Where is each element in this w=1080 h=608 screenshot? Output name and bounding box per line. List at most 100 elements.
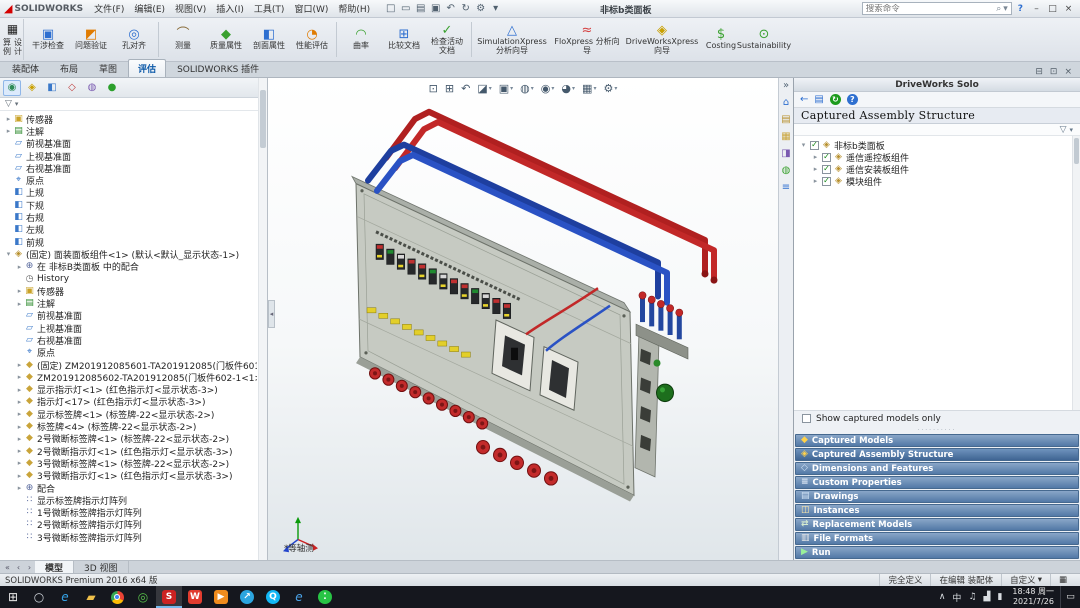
ribbon-tab-solidworks-[interactable]: SOLIDWORKS 插件 [167, 59, 269, 77]
tree-item[interactable]: ▱前视基准面 [2, 138, 257, 150]
section-view-button[interactable]: ◪▾ [475, 81, 493, 96]
search-button[interactable]: ○ [26, 586, 52, 608]
captured-structure-filter[interactable]: ▽ ▾ [794, 124, 1080, 136]
status--[interactable]: 自定义 ▾ [1001, 574, 1050, 586]
search-dropdown-icon[interactable]: ▾ [1003, 4, 1008, 14]
ribbon-button-floxpress-[interactable]: ≈FloXpress 分析向导 [550, 19, 624, 60]
expander-icon[interactable]: ▸ [4, 115, 13, 123]
options-icon[interactable]: ⚙ [473, 4, 488, 14]
design-library-icon[interactable]: ▤ [781, 115, 790, 125]
expander-icon[interactable]: ▸ [15, 398, 24, 406]
captured-tree-item[interactable]: ▸✓◈模块组件 [797, 175, 1070, 187]
expander-icon[interactable]: ▸ [4, 127, 13, 135]
tree-item[interactable]: ⌖原点 [2, 347, 257, 359]
previous-view-button[interactable]: ↶ [459, 81, 472, 96]
ribbon-button--[interactable]: ◩问题验证 [70, 19, 112, 60]
section-captured-models[interactable]: ◆Captured Models [795, 434, 1079, 447]
telegram-icon[interactable]: ↗ [234, 586, 260, 608]
print-icon[interactable]: ▣ [428, 4, 443, 14]
menu-帮[interactable]: 帮助(H) [333, 1, 375, 16]
tree-item[interactable]: ▸▤注解 [2, 125, 257, 137]
tree-item[interactable]: ▸⊕配合 [2, 482, 257, 494]
ribbon-button--[interactable]: ◆质量属性 [205, 19, 247, 60]
include-checkbox[interactable]: ✓ [822, 177, 831, 186]
dropdown-arrow-icon[interactable]: ▾ [510, 85, 513, 92]
section-drawings[interactable]: ▤Drawings [795, 490, 1079, 503]
panel-splitter-handle[interactable]: ◂ [268, 300, 275, 328]
browser-360-icon[interactable]: ◎ [130, 586, 156, 608]
scrollbar-thumb[interactable] [260, 90, 266, 148]
search-input[interactable] [866, 4, 994, 14]
dropdown-arrow-icon[interactable]: ▾ [614, 85, 617, 92]
tree-item[interactable]: ▸◆标签牌<4> (标签牌-22<显示状态-2>) [2, 420, 257, 432]
menu-插[interactable]: 插入(I) [211, 1, 249, 16]
expander-icon[interactable]: ▸ [15, 459, 24, 467]
configurationmanager-tab-icon[interactable]: ◧ [43, 80, 61, 96]
battery-icon[interactable]: ▮ [997, 592, 1002, 602]
chrome-icon[interactable] [104, 586, 130, 608]
ribbon-button--[interactable]: ▣干涉检查 [27, 19, 69, 60]
dropdown-arrow-icon[interactable]: ▾ [551, 85, 554, 92]
ribbon-button--[interactable]: ◧剖面属性 [248, 19, 290, 60]
expander-icon[interactable]: ▸ [811, 177, 820, 185]
tree-item[interactable]: ∷1号微断标签牌指示灯阵列 [2, 507, 257, 519]
tree-item[interactable]: ▸◆显示指示灯<1> (红色指示灯<显示状态-3>) [2, 384, 257, 396]
collapse-taskpane-icon[interactable]: » [783, 81, 789, 91]
expander-icon[interactable]: ▸ [811, 165, 820, 173]
ribbon-button-costing[interactable]: $Costing [700, 19, 742, 60]
filter-dropdown-icon[interactable]: ▾ [1069, 126, 1073, 134]
sections-splitter[interactable]: ·········· [794, 426, 1080, 434]
edit-appearance-button[interactable]: ◕▾ [559, 81, 577, 96]
expander-icon[interactable]: ▸ [15, 287, 24, 295]
expander-icon[interactable]: ▸ [15, 423, 24, 431]
dropdown-arrow-icon[interactable]: ▾ [593, 85, 596, 92]
tree-item[interactable]: ▱上视基准面 [2, 322, 257, 334]
ribbon-button--[interactable]: ⌒测量 [162, 19, 204, 60]
section-captured-assembly-structure[interactable]: ◈Captured Assembly Structure [795, 448, 1079, 461]
tree-item[interactable]: ⌖原点 [2, 174, 257, 186]
expander-icon[interactable]: ▸ [15, 386, 24, 394]
tree-item[interactable]: ◧上规 [2, 187, 257, 199]
captured-tree-item[interactable]: ▸✓◈遥信遥控板组件 [797, 151, 1070, 163]
menu-窗[interactable]: 窗口(W) [289, 1, 333, 16]
dropdown-arrow-icon[interactable]: ▾ [531, 85, 534, 92]
maximize-doc-icon[interactable]: ⊡ [1050, 67, 1058, 77]
minimize-button[interactable]: – [1029, 4, 1044, 14]
solidworks-resources-icon[interactable]: ⌂ [783, 98, 789, 108]
tree-item[interactable]: ▸◆3号微断指示灯<1> (红色指示灯<显示状态-3>) [2, 470, 257, 482]
include-checkbox[interactable]: ✓ [810, 141, 819, 150]
section-instances[interactable]: ◫Instances [795, 504, 1079, 517]
filter-funnel-icon[interactable]: ▽ [5, 99, 12, 109]
undo-icon[interactable]: ↶ [443, 4, 458, 14]
view-palette-icon[interactable]: ◨ [781, 149, 790, 159]
tree-item[interactable]: ∷显示标签牌指示灯阵列 [2, 494, 257, 506]
expander-icon[interactable]: ▸ [15, 361, 24, 369]
restore-doc-icon[interactable]: ⊟ [1035, 67, 1043, 77]
tree-item[interactable]: ▱上视基准面 [2, 150, 257, 162]
menu-编[interactable]: 编辑(E) [129, 1, 170, 16]
expander-icon[interactable]: ▸ [15, 447, 24, 455]
tree-item[interactable]: ▸▣传感器 [2, 113, 257, 125]
menu-视[interactable]: 视图(V) [170, 1, 211, 16]
scene-button[interactable]: ▦▾ [580, 81, 598, 96]
solidworks-icon[interactable]: S [156, 586, 182, 608]
section-dimensions-and-features[interactable]: ◇Dimensions and Features [795, 462, 1079, 475]
expander-icon[interactable]: ▸ [15, 472, 24, 480]
refresh-icon[interactable]: ↻ [830, 94, 841, 105]
tree-item[interactable]: ▸◆3号微断标签牌<1> (标签牌-22<显示状态-2>) [2, 457, 257, 469]
show-captured-only-checkbox[interactable] [802, 414, 811, 423]
feature-tree-filter[interactable]: ▽ ▾ [0, 98, 267, 111]
ribbon-button-sustainability[interactable]: ⊙Sustainability [743, 19, 785, 60]
tree-item[interactable]: ▸◆显示标签牌<1> (标签牌-22<显示状态-2>) [2, 408, 257, 420]
media-player-icon[interactable]: ▶ [208, 586, 234, 608]
file-explorer-icon[interactable]: ▰ [78, 586, 104, 608]
custom-properties-tab-icon[interactable]: ≡ [782, 183, 790, 193]
section-replacement-models[interactable]: ⇄Replacement Models [795, 518, 1079, 531]
open-document-icon[interactable]: ▭ [398, 4, 413, 14]
include-checkbox[interactable]: ✓ [822, 153, 831, 162]
dropdown-arrow-icon[interactable]: ▾ [572, 85, 575, 92]
ribbon-tab--[interactable]: 评估 [128, 59, 166, 77]
section-run[interactable]: ▶Run [795, 546, 1079, 559]
dropdown-arrow-icon[interactable]: ▾ [489, 85, 492, 92]
expander-icon[interactable]: ▸ [811, 153, 820, 161]
